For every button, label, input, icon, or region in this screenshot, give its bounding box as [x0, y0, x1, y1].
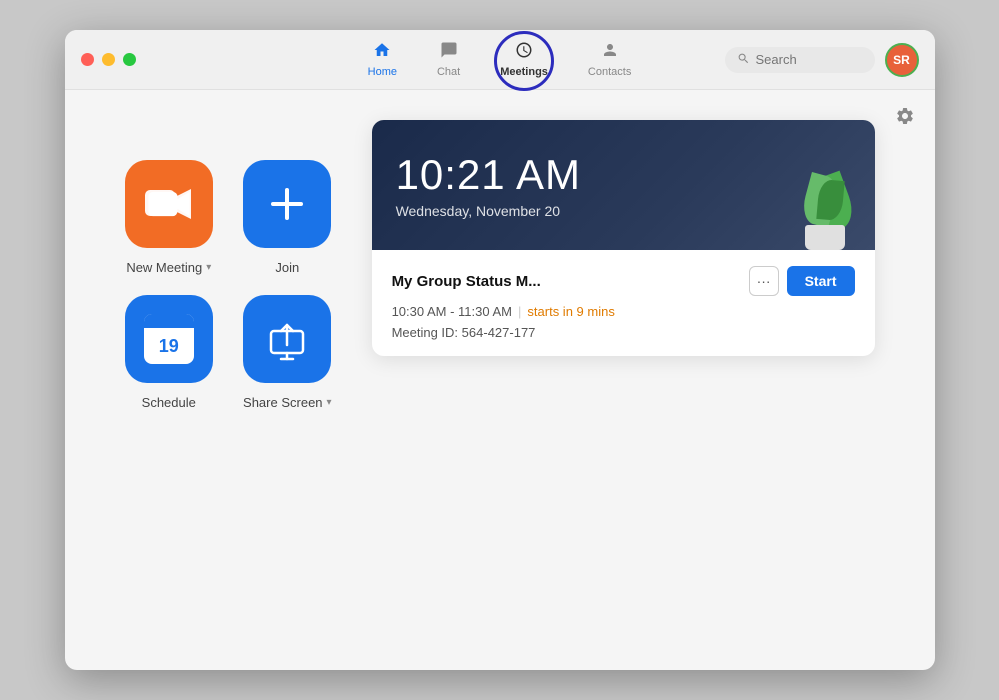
- share-screen-item[interactable]: Share Screen ▾: [243, 295, 332, 410]
- tab-home[interactable]: Home: [352, 35, 413, 84]
- meeting-clock-date: Wednesday, November 20: [396, 203, 851, 219]
- meeting-id: Meeting ID: 564-427-177: [392, 325, 855, 340]
- app-window: Home Chat Meetings: [65, 30, 935, 670]
- tab-meetings[interactable]: Meetings: [484, 35, 564, 84]
- join-item[interactable]: Join: [243, 160, 332, 275]
- schedule-item[interactable]: 19 Schedule: [125, 295, 214, 410]
- schedule-button[interactable]: 19: [125, 295, 213, 383]
- minimize-button[interactable]: [102, 53, 115, 66]
- meeting-starts-in: starts in 9 mins: [527, 304, 614, 319]
- tab-contacts-label: Contacts: [588, 66, 631, 78]
- more-options-button[interactable]: ···: [749, 266, 779, 296]
- meeting-card: 10:21 AM Wednesday, November 20 My Group…: [372, 120, 875, 356]
- plant-decoration: [785, 150, 855, 250]
- meeting-time-row: 10:30 AM - 11:30 AM | starts in 9 mins: [392, 304, 855, 319]
- schedule-label: Schedule: [142, 395, 196, 410]
- new-meeting-button[interactable]: [125, 160, 213, 248]
- home-icon: [373, 41, 391, 64]
- new-meeting-dropdown-arrow: ▾: [206, 262, 211, 273]
- tab-contacts[interactable]: Contacts: [572, 35, 647, 84]
- search-area: [725, 47, 875, 73]
- meeting-clock-time: 10:21 AM: [396, 151, 851, 199]
- meetings-icon: [515, 41, 533, 64]
- share-screen-label: Share Screen ▾: [243, 395, 332, 410]
- meeting-banner: 10:21 AM Wednesday, November 20: [372, 120, 875, 250]
- share-screen-dropdown-arrow: ▾: [327, 397, 332, 408]
- new-meeting-label: New Meeting ▾: [126, 260, 211, 275]
- start-meeting-button[interactable]: Start: [787, 266, 855, 296]
- settings-gear-icon[interactable]: [895, 106, 915, 132]
- share-screen-button[interactable]: [243, 295, 331, 383]
- calendar-icon: 19: [144, 314, 194, 364]
- avatar[interactable]: SR: [885, 43, 919, 77]
- action-grid: New Meeting ▾ Join: [125, 120, 332, 410]
- meeting-title-row: My Group Status M... ··· Start: [392, 266, 855, 296]
- main-content: New Meeting ▾ Join: [65, 90, 935, 670]
- tab-home-label: Home: [368, 66, 397, 78]
- meeting-title: My Group Status M...: [392, 273, 541, 290]
- join-button[interactable]: [243, 160, 331, 248]
- tab-chat[interactable]: Chat: [421, 35, 476, 84]
- chat-icon: [440, 41, 458, 64]
- join-label: Join: [275, 260, 299, 275]
- meeting-action-buttons: ··· Start: [749, 266, 855, 296]
- search-input[interactable]: [756, 52, 863, 67]
- new-meeting-item[interactable]: New Meeting ▾: [125, 160, 214, 275]
- contacts-icon: [601, 41, 619, 64]
- tab-chat-label: Chat: [437, 66, 460, 78]
- meeting-info: My Group Status M... ··· Start 10:30 AM …: [372, 250, 875, 356]
- search-bar[interactable]: [725, 47, 875, 73]
- meeting-time-range: 10:30 AM - 11:30 AM: [392, 304, 512, 319]
- close-button[interactable]: [81, 53, 94, 66]
- maximize-button[interactable]: [123, 53, 136, 66]
- traffic-lights: [81, 53, 136, 66]
- meeting-panel: 10:21 AM Wednesday, November 20 My Group…: [372, 120, 875, 356]
- title-bar: Home Chat Meetings: [65, 30, 935, 90]
- search-icon: [737, 52, 750, 68]
- tab-meetings-label: Meetings: [500, 66, 548, 78]
